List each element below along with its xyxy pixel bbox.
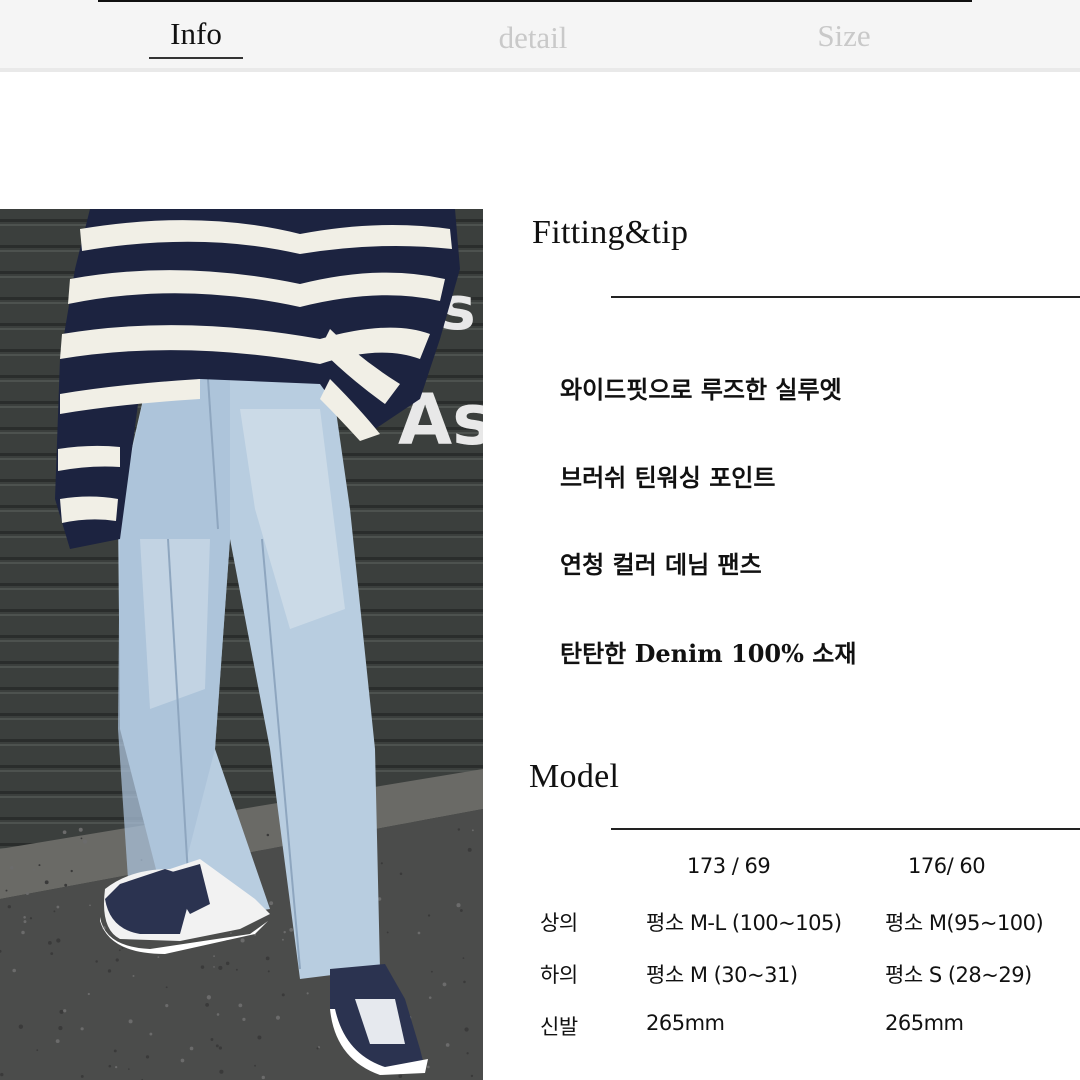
active-tab-indicator xyxy=(149,57,243,59)
model-size-value: 평소 M (30~31) xyxy=(646,963,798,987)
model-size-value: 265mm xyxy=(646,1011,725,1035)
fitting-tip-item: 브러쉬 틴워싱 포인트 xyxy=(560,463,776,492)
top-divider xyxy=(98,0,972,2)
fitting-divider xyxy=(611,296,1080,298)
model-row-label-top: 상의 xyxy=(540,911,578,935)
product-photo: As s xyxy=(0,209,483,1080)
model-size-value: 평소 M-L (100~105) xyxy=(646,911,842,935)
tab-info[interactable]: Info xyxy=(149,14,243,54)
model-size-value: 평소 S (28~29) xyxy=(885,963,1032,987)
fitting-tip-item: 탄탄한 Denim 100% 소재 xyxy=(560,639,857,668)
fitting-tip-heading: Fitting&tip xyxy=(532,214,689,251)
model-divider xyxy=(611,828,1080,830)
model-column-header: 173 / 69 xyxy=(687,854,771,878)
tab-detail[interactable]: detail xyxy=(470,18,596,58)
model-size-value: 265mm xyxy=(885,1011,964,1035)
model-heading: Model xyxy=(529,758,620,795)
model-row-label-shoes: 신발 xyxy=(540,1015,578,1039)
tab-bar: Info detail Size xyxy=(0,0,1080,72)
fitting-tip-item: 연청 컬러 데님 팬츠 xyxy=(560,550,762,579)
fitting-tip-item: 와이드핏으로 루즈한 실루엣 xyxy=(560,375,842,404)
model-row-label-bottom: 하의 xyxy=(540,963,578,987)
tab-size[interactable]: Size xyxy=(800,16,888,56)
model-size-value: 평소 M(95~100) xyxy=(885,911,1044,935)
model-column-header: 176/ 60 xyxy=(908,854,986,878)
